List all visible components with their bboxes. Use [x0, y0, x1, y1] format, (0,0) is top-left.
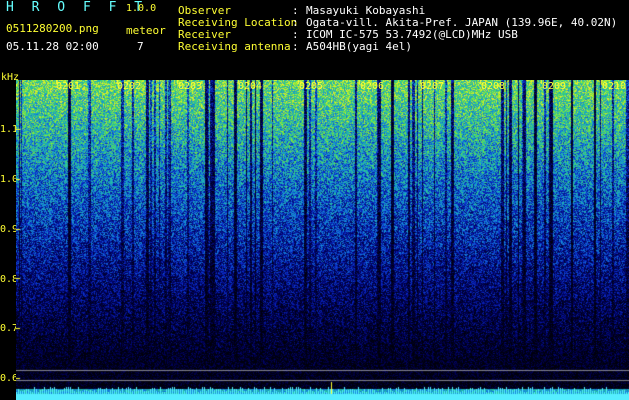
info-label: Receiving Location — [178, 16, 298, 29]
time-tick-label: 0206 — [360, 81, 385, 92]
info-value: Masayuki Kobayashi — [306, 4, 426, 17]
time-tick-label: 0207 — [420, 81, 445, 92]
header-panel: H R O F F T 1.0.0 0511280200.png 05.11.2… — [0, 0, 629, 80]
time-tick-label: 0208 — [481, 81, 506, 92]
info-value: ICOM IC-575 53.7492(@LCD)MHz USB — [306, 28, 518, 41]
spectrogram-canvas — [16, 80, 629, 400]
time-tick-label: 0210 — [602, 81, 627, 92]
info-colon: : — [292, 4, 299, 17]
app-version: 1.0.0 — [126, 3, 157, 14]
spectrogram-panel: 0201 0202 0203 0204 0205 0206 0207 0208 … — [16, 80, 629, 400]
info-label: Receiver — [178, 28, 231, 41]
info-label: Observer — [178, 4, 231, 17]
meteor-count: 7 — [137, 40, 144, 53]
time-tick-label: 0202 — [117, 81, 142, 92]
time-tick-label: 0205 — [299, 81, 324, 92]
time-tick-label: 0209 — [542, 81, 567, 92]
meteor-label: meteor — [126, 24, 166, 37]
info-colon: : — [292, 40, 299, 53]
time-tick-label: 0201 — [56, 81, 81, 92]
time-tick-label: 0204 — [238, 81, 263, 92]
info-label: Receiving antenna — [178, 40, 291, 53]
info-value: Ogata-vill. Akita-Pref. JAPAN (139.96E, … — [306, 16, 618, 29]
timestamp: 05.11.28 02:00 — [6, 40, 99, 53]
info-value: A504HB(yagi 4el) — [306, 40, 412, 53]
info-colon: : — [292, 28, 299, 41]
info-colon: : — [292, 16, 299, 29]
file-name: 0511280200.png — [6, 22, 99, 35]
time-tick-label: 0203 — [178, 81, 203, 92]
